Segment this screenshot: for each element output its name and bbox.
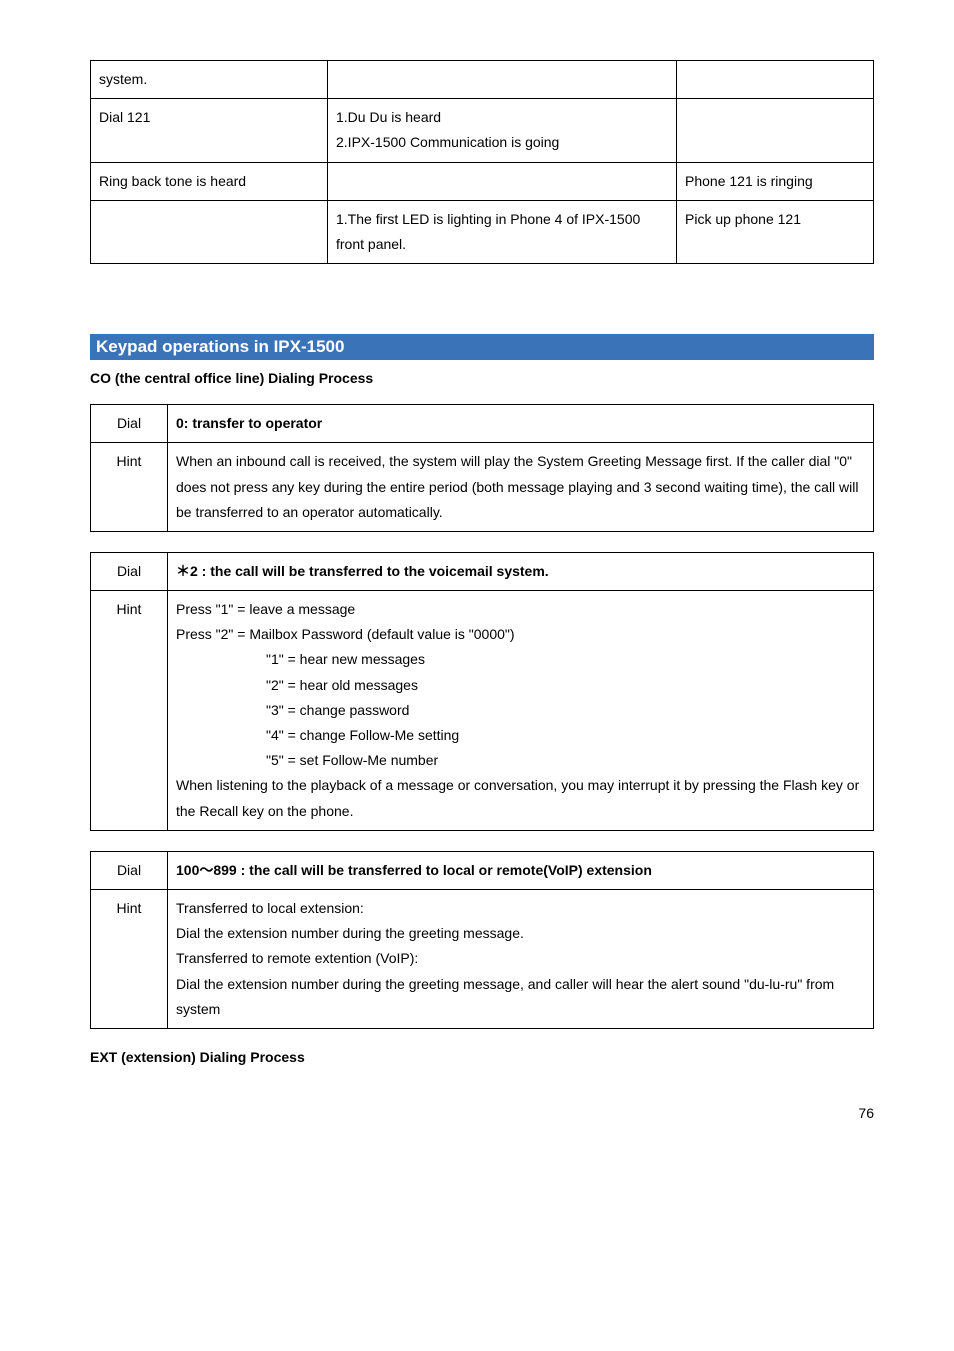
cell: 1.Du Du is heard 2.IPX-1500 Communicatio… bbox=[328, 99, 677, 162]
ext-dialing-title: EXT (extension) Dialing Process bbox=[90, 1049, 874, 1065]
hint-line: "3" = change password bbox=[176, 698, 865, 723]
table-row: Hint When an inbound call is received, t… bbox=[91, 443, 874, 532]
table-row: Dial 0: transfer to operator bbox=[91, 405, 874, 443]
hint-line: Transferred to local extension: bbox=[176, 896, 865, 921]
hint-line: Press "1" = leave a message bbox=[176, 597, 865, 622]
hint-line: "5" = set Follow-Me number bbox=[176, 748, 865, 773]
hint-line: "4" = change Follow-Me setting bbox=[176, 723, 865, 748]
dial-0-table: Dial 0: transfer to operator Hint When a… bbox=[90, 404, 874, 532]
cell bbox=[328, 61, 677, 99]
hint-value: Transferred to local extension: Dial the… bbox=[168, 889, 874, 1028]
hint-line: Dial the extension number during the gre… bbox=[176, 921, 865, 946]
hint-label: Hint bbox=[91, 591, 168, 831]
table-row: Hint Transferred to local extension: Dia… bbox=[91, 889, 874, 1028]
table-row: Ring back tone is heard Phone 121 is rin… bbox=[91, 162, 874, 200]
cell: Ring back tone is heard bbox=[91, 162, 328, 200]
table-row: Hint Press "1" = leave a message Press "… bbox=[91, 591, 874, 831]
table-row: 1.The first LED is lighting in Phone 4 o… bbox=[91, 200, 874, 263]
dial-label: Dial bbox=[91, 405, 168, 443]
hint-line: When listening to the playback of a mess… bbox=[176, 773, 865, 823]
cell: 1.The first LED is lighting in Phone 4 o… bbox=[328, 200, 677, 263]
dial-value: ＊2 : the call will be transferred to the… bbox=[168, 552, 874, 590]
table-row: Dial ＊2 : the call will be transferred t… bbox=[91, 552, 874, 590]
hint-line: "2" = hear old messages bbox=[176, 673, 865, 698]
section-title: Keypad operations in IPX-1500 bbox=[90, 334, 874, 360]
hint-label: Hint bbox=[91, 889, 168, 1028]
cell: Phone 121 is ringing bbox=[677, 162, 874, 200]
hint-value: Press "1" = leave a message Press "2" = … bbox=[168, 591, 874, 831]
cell bbox=[328, 162, 677, 200]
cell: Pick up phone 121 bbox=[677, 200, 874, 263]
hint-line: Dial the extension number during the gre… bbox=[176, 972, 865, 1022]
cell: system. bbox=[91, 61, 328, 99]
table-row: Dial 100～899 : the call will be transfer… bbox=[91, 851, 874, 889]
dial-label: Dial bbox=[91, 851, 168, 889]
dial-value: 0: transfer to operator bbox=[168, 405, 874, 443]
hint-line: Transferred to remote extention (VoIP): bbox=[176, 946, 865, 971]
co-dialing-title: CO (the central office line) Dialing Pro… bbox=[90, 370, 874, 386]
cell bbox=[677, 61, 874, 99]
cell bbox=[677, 99, 874, 162]
cell bbox=[91, 200, 328, 263]
steps-table: system. Dial 121 1.Du Du is heard 2.IPX-… bbox=[90, 60, 874, 264]
hint-value: When an inbound call is received, the sy… bbox=[168, 443, 874, 532]
dial-star2-table: Dial ＊2 : the call will be transferred t… bbox=[90, 552, 874, 831]
dial-label: Dial bbox=[91, 552, 168, 590]
hint-label: Hint bbox=[91, 443, 168, 532]
cell: Dial 121 bbox=[91, 99, 328, 162]
hint-line: Press "2" = Mailbox Password (default va… bbox=[176, 622, 865, 647]
dial-100-899-table: Dial 100～899 : the call will be transfer… bbox=[90, 851, 874, 1029]
table-row: system. bbox=[91, 61, 874, 99]
hint-line: "1" = hear new messages bbox=[176, 647, 865, 672]
dial-value: 100～899 : the call will be transferred t… bbox=[168, 851, 874, 889]
table-row: Dial 121 1.Du Du is heard 2.IPX-1500 Com… bbox=[91, 99, 874, 162]
page-number: 76 bbox=[90, 1105, 874, 1121]
